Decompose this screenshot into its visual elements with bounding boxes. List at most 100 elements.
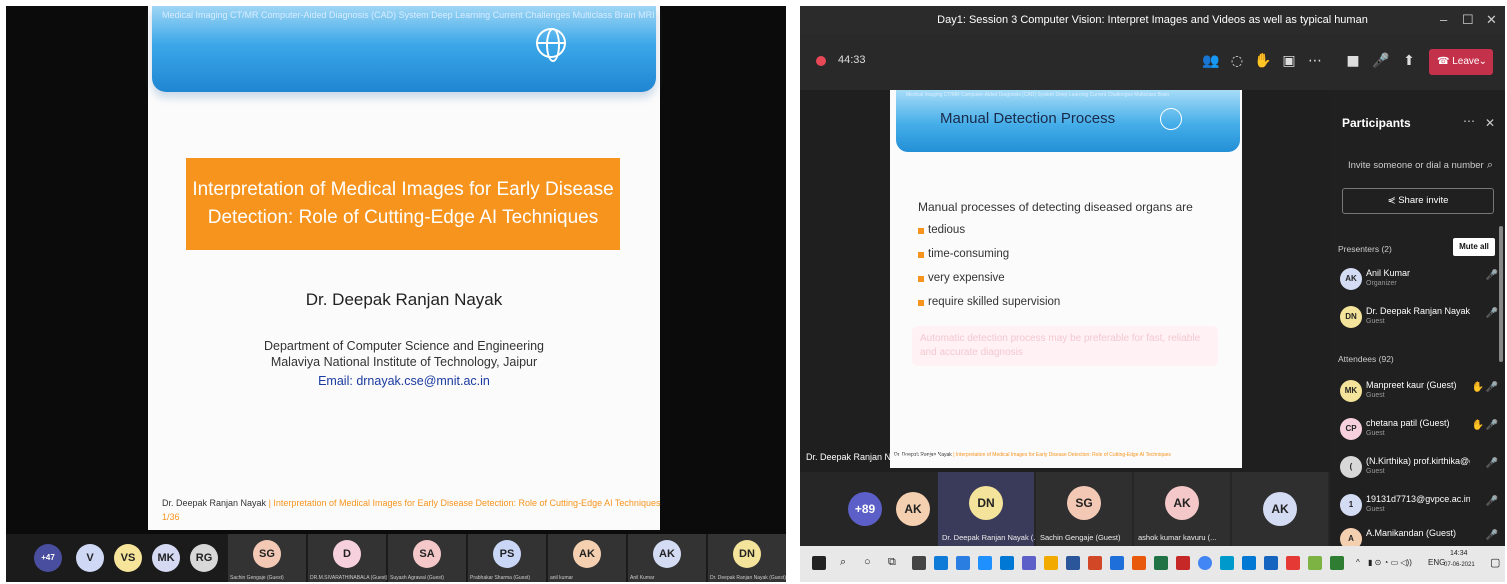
participant-name: Manpreet kaur (Guest) xyxy=(1366,380,1457,390)
search-icon[interactable]: ⌕ xyxy=(840,556,846,569)
window-title: Day1: Session 3 Computer Vision: Interpr… xyxy=(937,14,1368,26)
participant-role: Guest xyxy=(1366,392,1385,399)
mic-off-icon: 🎤 xyxy=(1485,458,1498,469)
app-icon[interactable] xyxy=(1242,556,1256,570)
participant-tile[interactable]: AK Anil Kumar xyxy=(628,534,706,582)
chat-icon[interactable]: ◌ xyxy=(1226,50,1248,72)
app-icon[interactable] xyxy=(1000,556,1014,570)
app-icon[interactable] xyxy=(912,556,926,570)
participant-row[interactable]: MK Manpreet kaur (Guest) Guest ✋ 🎤 xyxy=(1340,378,1498,408)
breakout-icon[interactable]: ▣ xyxy=(1278,50,1300,72)
participant-tile[interactable]: SG Sachin Gengaje (Guest) xyxy=(228,534,306,582)
minimize-icon[interactable]: – xyxy=(1440,6,1447,34)
maximize-icon[interactable]: ☐ xyxy=(1462,6,1474,34)
phone-icon: ☎ xyxy=(1437,56,1453,67)
participant-tile[interactable]: AK anil kumar xyxy=(548,534,626,582)
more-icon[interactable]: ⋯ xyxy=(1463,114,1475,128)
slide-bullet: tedious xyxy=(917,224,966,236)
teams-icon[interactable] xyxy=(1022,556,1036,570)
share-invite-button[interactable]: ⋞ Share invite xyxy=(1342,188,1494,214)
attendees-section[interactable]: Attendees (92) xyxy=(1338,354,1394,364)
avatar: ( xyxy=(1340,456,1362,478)
search-icon[interactable]: ⌕ xyxy=(1487,158,1493,172)
panel-scrollbar[interactable] xyxy=(1499,226,1503,362)
language-indicator[interactable]: ENG xyxy=(1428,558,1445,567)
app-icon[interactable] xyxy=(1286,556,1300,570)
leave-button[interactable]: ☎ Leave ⌄ xyxy=(1429,49,1493,75)
mic-off-icon[interactable]: 🎤 xyxy=(1370,50,1392,72)
participants-icon[interactable]: 👥 xyxy=(1200,50,1222,72)
avatar[interactable]: VS xyxy=(114,544,142,572)
slide-faded-text: Automatic detection process may be prefe… xyxy=(912,326,1218,366)
participant-row[interactable]: 1 19131d7713@gvpce.ac.in (Gu... Guest 🎤 xyxy=(1340,492,1498,522)
mail-icon[interactable] xyxy=(956,556,970,570)
avatar[interactable]: MK xyxy=(152,544,180,572)
tray-icons[interactable]: ▮ ⊙ ◔ ▭ ◁)) xyxy=(1368,558,1412,567)
video-tile[interactable]: AK ashok kumar kavuru (... xyxy=(1134,472,1230,546)
close-icon[interactable]: ✕ xyxy=(1485,116,1495,130)
participant-tile[interactable]: SA Suyash Agrawal (Guest) xyxy=(388,534,466,582)
more-icon[interactable]: ⋯ xyxy=(1304,50,1326,72)
footer-title: | Interpretation of Medical Images for E… xyxy=(953,452,1171,458)
presenters-section[interactable]: Presenters (2) xyxy=(1338,244,1392,254)
word-icon[interactable] xyxy=(1066,556,1080,570)
participant-row[interactable]: AK Anil Kumar Organizer 🎤 xyxy=(1340,266,1498,296)
mic-icon: 🎤 xyxy=(1485,308,1498,319)
avatar: CP xyxy=(1340,418,1362,440)
slide-title-box: Interpretation of Medical Images for Ear… xyxy=(186,158,620,250)
app-icon[interactable] xyxy=(1264,556,1278,570)
edge-icon[interactable] xyxy=(934,556,948,570)
notification-icon[interactable]: ▢ xyxy=(1490,556,1500,569)
email-value: drnayak.cse@mnit.ac.in xyxy=(356,374,490,388)
camera-off-icon[interactable]: ■ xyxy=(1342,50,1364,72)
app-icon[interactable] xyxy=(1308,556,1322,570)
powerpoint-icon[interactable] xyxy=(1088,556,1102,570)
task-view-icon[interactable]: ⧉ xyxy=(888,556,896,569)
app-icon[interactable] xyxy=(1330,556,1344,570)
video-tile[interactable]: SG Sachin Gengaje (Guest) xyxy=(1036,472,1132,546)
slide-banner: Medical Imaging CT/MR Computer-Aided Dia… xyxy=(152,6,656,92)
app-icon[interactable] xyxy=(1176,556,1190,570)
screenshot-composite: Medical Imaging CT/MR Computer-Aided Dia… xyxy=(0,0,1507,584)
avatar[interactable]: V xyxy=(76,544,104,572)
avatar[interactable]: RG xyxy=(190,544,218,572)
app-icon[interactable] xyxy=(1110,556,1124,570)
participant-tile[interactable]: D DR.M.SIVARATHINABALA (Guest) xyxy=(308,534,387,582)
left-meeting-view: Medical Imaging CT/MR Computer-Aided Dia… xyxy=(6,6,786,582)
video-tile-name: ashok kumar kavuru (... xyxy=(1138,533,1217,542)
video-tile[interactable]: AK xyxy=(1232,472,1328,546)
app-icon[interactable] xyxy=(1044,556,1058,570)
cortana-icon[interactable]: ○ xyxy=(864,556,871,568)
app-icon[interactable] xyxy=(1220,556,1234,570)
participant-row[interactable]: ( (N.Kirthika) prof.kirthika@gm... Guest… xyxy=(1340,454,1498,484)
clock-date[interactable]: 07-06-2021 xyxy=(1444,562,1475,568)
participant-row[interactable]: DN Dr. Deepak Ranjan Nayak (G... Guest 🎤 xyxy=(1340,304,1498,334)
avatar: MK xyxy=(1340,380,1362,402)
app-icon[interactable] xyxy=(978,556,992,570)
chrome-icon[interactable] xyxy=(1198,556,1212,570)
avatar: AK xyxy=(1263,492,1297,526)
mute-all-button[interactable]: Mute all xyxy=(1453,238,1495,256)
raise-hand-icon[interactable]: ✋ xyxy=(1252,50,1274,72)
invite-input[interactable]: Invite someone or dial a number xyxy=(1348,160,1484,171)
windows-start-icon[interactable] xyxy=(812,556,826,570)
participant-row[interactable]: A A.Manikandan (Guest) 🎤 xyxy=(1340,526,1498,546)
app-icon[interactable] xyxy=(1132,556,1146,570)
tile-name: Anil Kumar xyxy=(630,575,655,581)
slide-footer: Dr. Deepak Ranjan Nayak | Interpretation… xyxy=(162,498,660,508)
video-tile[interactable]: DN Dr. Deepak Ranjan Nayak (... xyxy=(938,472,1040,546)
clock-time[interactable]: 14:34 xyxy=(1450,550,1468,557)
participant-row[interactable]: CP chetana patil (Guest) Guest ✋ 🎤 xyxy=(1340,416,1498,446)
participant-tile[interactable]: DN Dr. Deepak Ranjan Nayak (Guest) xyxy=(708,534,786,582)
footer-author: Dr. Deepak Ranjan Nayak xyxy=(162,498,267,508)
more-participants-badge: +89 xyxy=(848,492,882,526)
speaker-label: Dr. Deepak Ranjan Nayak (Guest) xyxy=(806,452,943,462)
tray-chevron-icon[interactable]: ^ xyxy=(1356,558,1360,567)
more-participants-badge[interactable]: +47 xyxy=(34,544,62,572)
share-screen-icon[interactable]: ⬆ xyxy=(1398,50,1420,72)
avatar[interactable]: AK xyxy=(896,492,930,526)
participant-tile[interactable]: PS Prabhakar Sharma (Guest) xyxy=(468,534,546,582)
close-icon[interactable]: ✕ xyxy=(1486,6,1497,34)
chevron-down-icon[interactable]: ⌄ xyxy=(1479,49,1487,75)
excel-icon[interactable] xyxy=(1154,556,1168,570)
